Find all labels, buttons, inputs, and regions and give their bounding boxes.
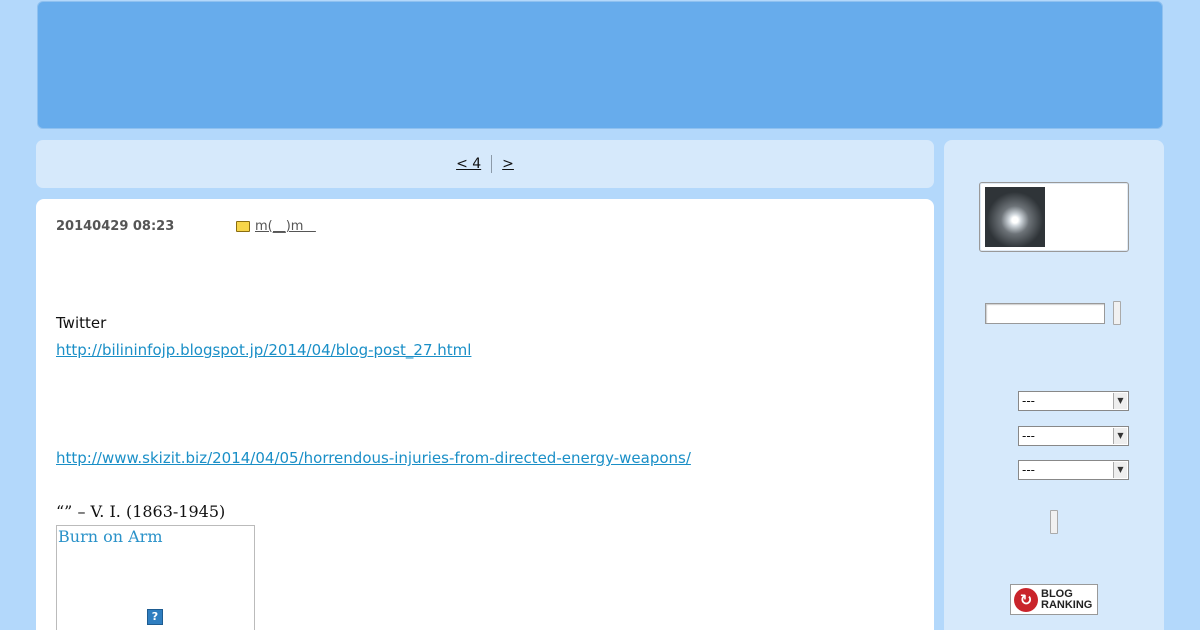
- archive-select-1-value: ---: [1022, 394, 1035, 408]
- archive-select-3-value: ---: [1022, 463, 1035, 477]
- missing-image-icon: ?: [147, 609, 163, 625]
- header-banner: [37, 1, 1163, 129]
- chevron-down-icon: ▼: [1113, 393, 1127, 409]
- blog-ranking-banner[interactable]: ↻ BLOG RANKING: [1010, 584, 1098, 615]
- folder-icon: [236, 221, 250, 232]
- broken-image: Burn on Arm ?: [56, 525, 255, 630]
- archive-go-button[interactable]: [1050, 510, 1058, 534]
- archive-select-2-value: ---: [1022, 429, 1035, 443]
- post-navigation: < 4 >: [36, 140, 934, 188]
- post-main: 20140429 08:23 m(__)m Twitter http://bil…: [36, 199, 934, 630]
- search-input[interactable]: [985, 303, 1105, 324]
- ranking-text: BLOG RANKING: [1041, 588, 1093, 611]
- prev-post-link[interactable]: < 4: [456, 156, 481, 172]
- ranking-logo-icon: ↻: [1014, 587, 1038, 612]
- sidebar: --- ▼ --- ▼ --- ▼ ↻ BLOG RANKING: [944, 140, 1164, 630]
- archive-select-3[interactable]: --- ▼: [1018, 460, 1129, 480]
- category-suffix: [303, 219, 315, 234]
- post-datetime: 20140429 08:23: [56, 219, 175, 234]
- chevron-down-icon: ▼: [1113, 462, 1127, 478]
- nav-divider: [491, 155, 493, 173]
- search-button[interactable]: [1113, 301, 1121, 325]
- post-category: m(__)m: [236, 219, 316, 234]
- chevron-down-icon: ▼: [1113, 428, 1127, 444]
- next-post-link[interactable]: >: [502, 156, 514, 172]
- image-alt-text: Burn on Arm: [58, 527, 163, 546]
- profile-card: [979, 182, 1129, 252]
- ranking-line-2: RANKING: [1041, 598, 1093, 611]
- quote-text: “” – V. I. (1863-1945): [56, 502, 226, 521]
- archive-select-2[interactable]: --- ▼: [1018, 426, 1129, 446]
- archive-select-1[interactable]: --- ▼: [1018, 391, 1129, 411]
- avatar[interactable]: [985, 187, 1045, 247]
- source-link-1[interactable]: http://bilininfojp.blogspot.jp/2014/04/b…: [56, 341, 471, 359]
- source-link-2[interactable]: http://www.skizit.biz/2014/04/05/horrend…: [56, 449, 691, 467]
- twitter-label: Twitter: [56, 314, 107, 332]
- category-link[interactable]: m(__)m: [255, 219, 303, 234]
